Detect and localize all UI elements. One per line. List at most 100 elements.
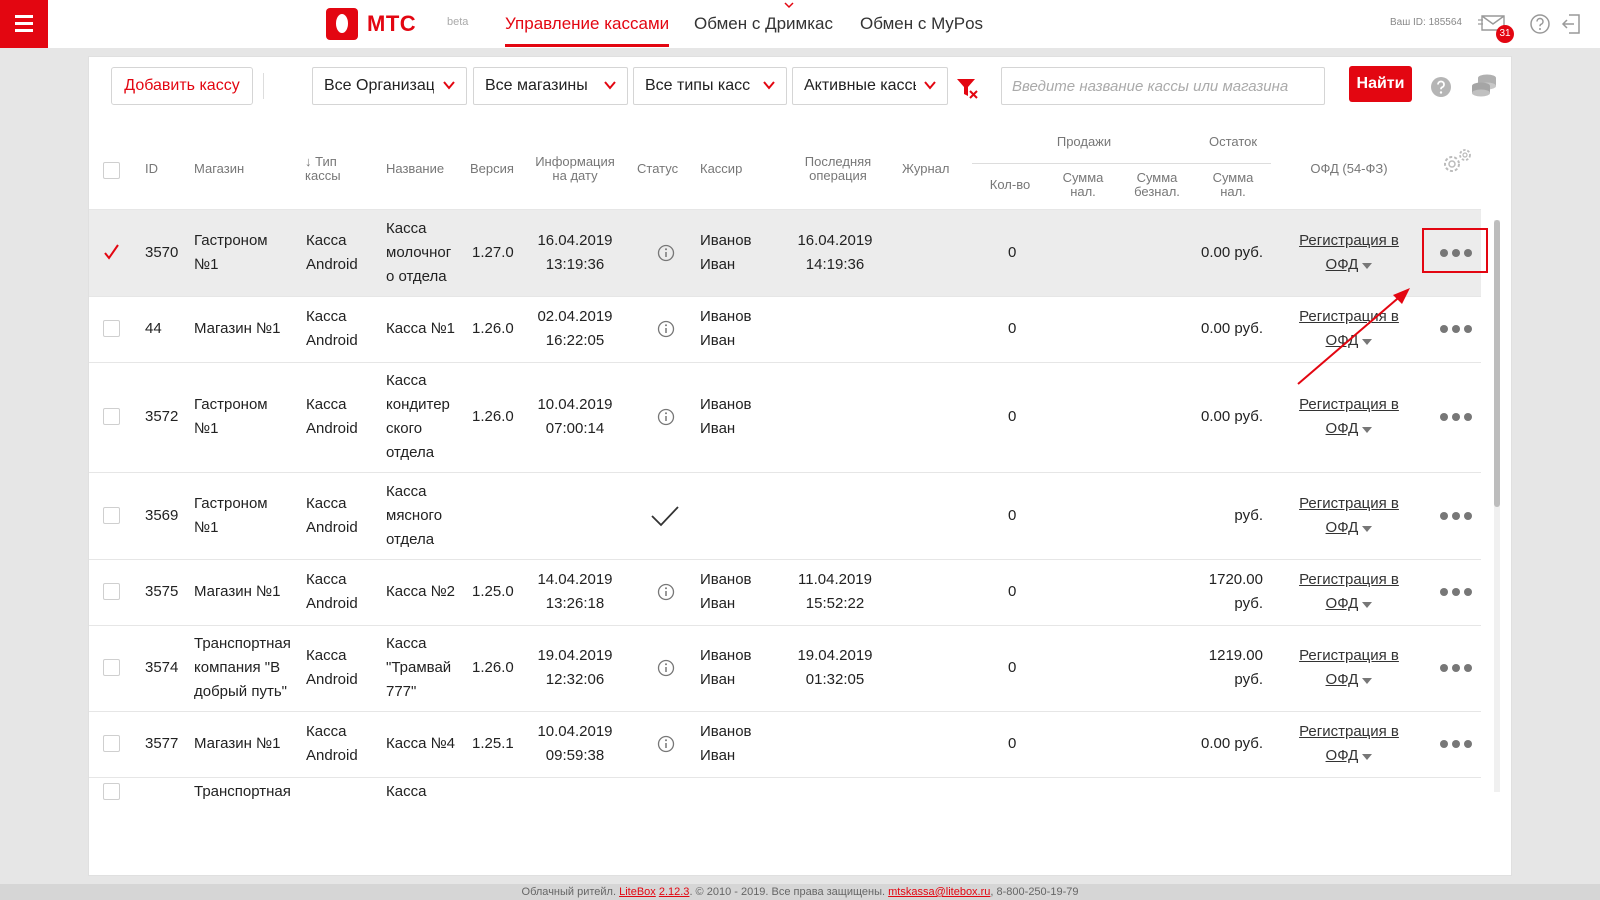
status-info-icon[interactable] [657, 583, 675, 601]
search-input[interactable] [1001, 67, 1325, 105]
ofd-link-text[interactable]: ОФД [1326, 256, 1359, 273]
footer-email-link[interactable]: mtskassa@litebox.ru [888, 886, 990, 898]
ofd-link-text[interactable]: ОФД [1326, 519, 1359, 536]
header-cashier[interactable]: Кассир [700, 162, 742, 176]
status-info-icon[interactable] [657, 408, 675, 426]
table-row[interactable] [89, 472, 1481, 559]
ofd-registration-link[interactable]: Регистрация в [1289, 720, 1409, 744]
ofd-link-text[interactable]: Регистрация в [1299, 723, 1399, 740]
more-actions-icon[interactable] [1440, 511, 1474, 520]
table-scrollbar-thumb[interactable] [1494, 220, 1500, 507]
active-registers-filter[interactable]: Активные кассы [792, 67, 948, 105]
last-operation-date: 16.04.2019 [797, 231, 873, 249]
header-name[interactable]: Название [386, 162, 444, 176]
row-checkbox[interactable] [103, 782, 120, 800]
row-checkbox[interactable] [103, 243, 120, 261]
ofd-dropdown[interactable]: ОФД [1289, 668, 1409, 692]
register-version: 1.27.0 [472, 243, 514, 261]
tab-dreamkas-exchange[interactable]: Обмен с Дримкас [694, 14, 833, 34]
header-id[interactable]: ID [145, 162, 158, 176]
more-actions-icon[interactable] [1440, 325, 1474, 333]
ofd-link-text[interactable]: Регистрация в [1299, 396, 1399, 413]
last-operation-date: 15:52:22 [805, 595, 865, 612]
clear-filters-icon[interactable] [955, 76, 979, 100]
footer-copyright: . © 2010 - 2019. Все права защищены. [689, 886, 886, 898]
header-sum-cash[interactable]: Сумма нал. [1053, 171, 1113, 199]
row-checkbox[interactable] [103, 659, 120, 676]
table-row[interactable] [89, 711, 1481, 777]
ofd-dropdown[interactable]: ОФД [1289, 417, 1409, 441]
ofd-dropdown[interactable]: ОФД [1289, 744, 1409, 768]
row-checkbox[interactable] [103, 735, 120, 752]
help-icon[interactable] [1430, 76, 1452, 98]
more-actions-icon[interactable] [1440, 740, 1474, 748]
coins-icon[interactable] [1470, 72, 1498, 98]
header-sum-noncash[interactable]: Сумма безнал. [1124, 171, 1190, 199]
ofd-link-text[interactable]: ОФД [1326, 747, 1359, 764]
row-checkbox[interactable] [103, 320, 120, 337]
status-info-icon[interactable] [657, 244, 675, 262]
register-type: Касса [306, 396, 347, 413]
header-version[interactable]: Версия [470, 162, 514, 176]
select-all-checkbox[interactable] [103, 162, 120, 179]
ofd-dropdown[interactable]: ОФД [1289, 253, 1409, 277]
ofd-registration-link[interactable]: Регистрация в [1289, 229, 1409, 253]
header-balance-cash[interactable]: Сумма нал. [1203, 171, 1263, 199]
header-shop[interactable]: Магазин [194, 162, 244, 176]
table-row[interactable] [89, 777, 1481, 806]
ofd-link-text[interactable]: ОФД [1326, 595, 1359, 612]
status-info-icon[interactable] [657, 735, 675, 753]
header-ofd[interactable]: ОФД (54-ФЗ) [1299, 162, 1399, 176]
ofd-link-text[interactable]: Регистрация в [1299, 571, 1399, 588]
mts-logo[interactable]: МТС [326, 8, 416, 40]
more-actions-icon[interactable] [1440, 413, 1474, 421]
balance-cash: руб. [1234, 671, 1263, 688]
header-info[interactable]: Информация на дату [532, 155, 618, 183]
ofd-link-text[interactable]: Регистрация в [1299, 232, 1399, 249]
find-button[interactable]: Найти [1349, 66, 1412, 102]
ofd-dropdown[interactable]: ОФД [1289, 592, 1409, 616]
add-register-button[interactable]: Добавить кассу [111, 67, 253, 105]
columns-settings-icon[interactable] [1440, 146, 1474, 176]
table-row[interactable] [89, 296, 1481, 362]
menu-icon[interactable] [0, 0, 48, 48]
cashier-name: Иван [700, 595, 736, 612]
table-row[interactable] [89, 559, 1481, 625]
sales-count: 0 [1008, 506, 1017, 524]
ofd-registration-link[interactable]: Регистрация в [1289, 568, 1409, 592]
ofd-registration-link[interactable]: Регистрация в [1289, 644, 1409, 668]
header-count[interactable]: Кол-во [975, 178, 1045, 192]
row-checkbox[interactable] [103, 506, 120, 524]
row-checkbox[interactable] [103, 583, 120, 600]
tab-cash-management[interactable]: Управление кассами [505, 14, 669, 34]
chevron-down-icon[interactable] [784, 0, 794, 10]
logout-icon[interactable] [1561, 13, 1581, 35]
header-status[interactable]: Статус [637, 162, 678, 176]
header-journal[interactable]: Журнал [902, 162, 949, 176]
ofd-dropdown[interactable]: ОФД [1289, 516, 1409, 540]
ofd-link-text[interactable]: ОФД [1326, 671, 1359, 688]
tab-mypos-exchange[interactable]: Обмен с MyPos [860, 14, 983, 34]
row-checkbox[interactable] [103, 408, 120, 425]
ofd-registration-link[interactable]: Регистрация в [1289, 492, 1409, 516]
organizations-filter[interactable]: Все Организации [312, 67, 467, 105]
shops-filter[interactable]: Все магазины [473, 67, 628, 105]
help-icon[interactable] [1529, 13, 1551, 35]
table-row[interactable] [89, 362, 1481, 472]
footer-brand-link[interactable]: LiteBox [619, 886, 656, 898]
ofd-link-text[interactable]: Регистрация в [1299, 495, 1399, 512]
ofd-registration-link[interactable]: Регистрация в [1289, 393, 1409, 417]
status-info-icon[interactable] [657, 659, 675, 677]
header-type[interactable]: ↓ Тип кассы [305, 155, 353, 183]
table-row[interactable] [89, 625, 1481, 711]
more-actions-icon[interactable] [1440, 588, 1474, 596]
footer-version-link[interactable]: 2.12.3 [659, 886, 690, 898]
ofd-link-text[interactable]: Регистрация в [1299, 647, 1399, 664]
table-row[interactable] [89, 209, 1481, 296]
header-last-operation[interactable]: Последняя операция [795, 155, 881, 183]
more-actions-icon[interactable] [1440, 664, 1474, 672]
cashier-name: Иван [700, 332, 736, 349]
ofd-link-text[interactable]: ОФД [1326, 420, 1359, 437]
register-types-filter[interactable]: Все типы касс [633, 67, 787, 105]
status-info-icon[interactable] [657, 320, 675, 338]
